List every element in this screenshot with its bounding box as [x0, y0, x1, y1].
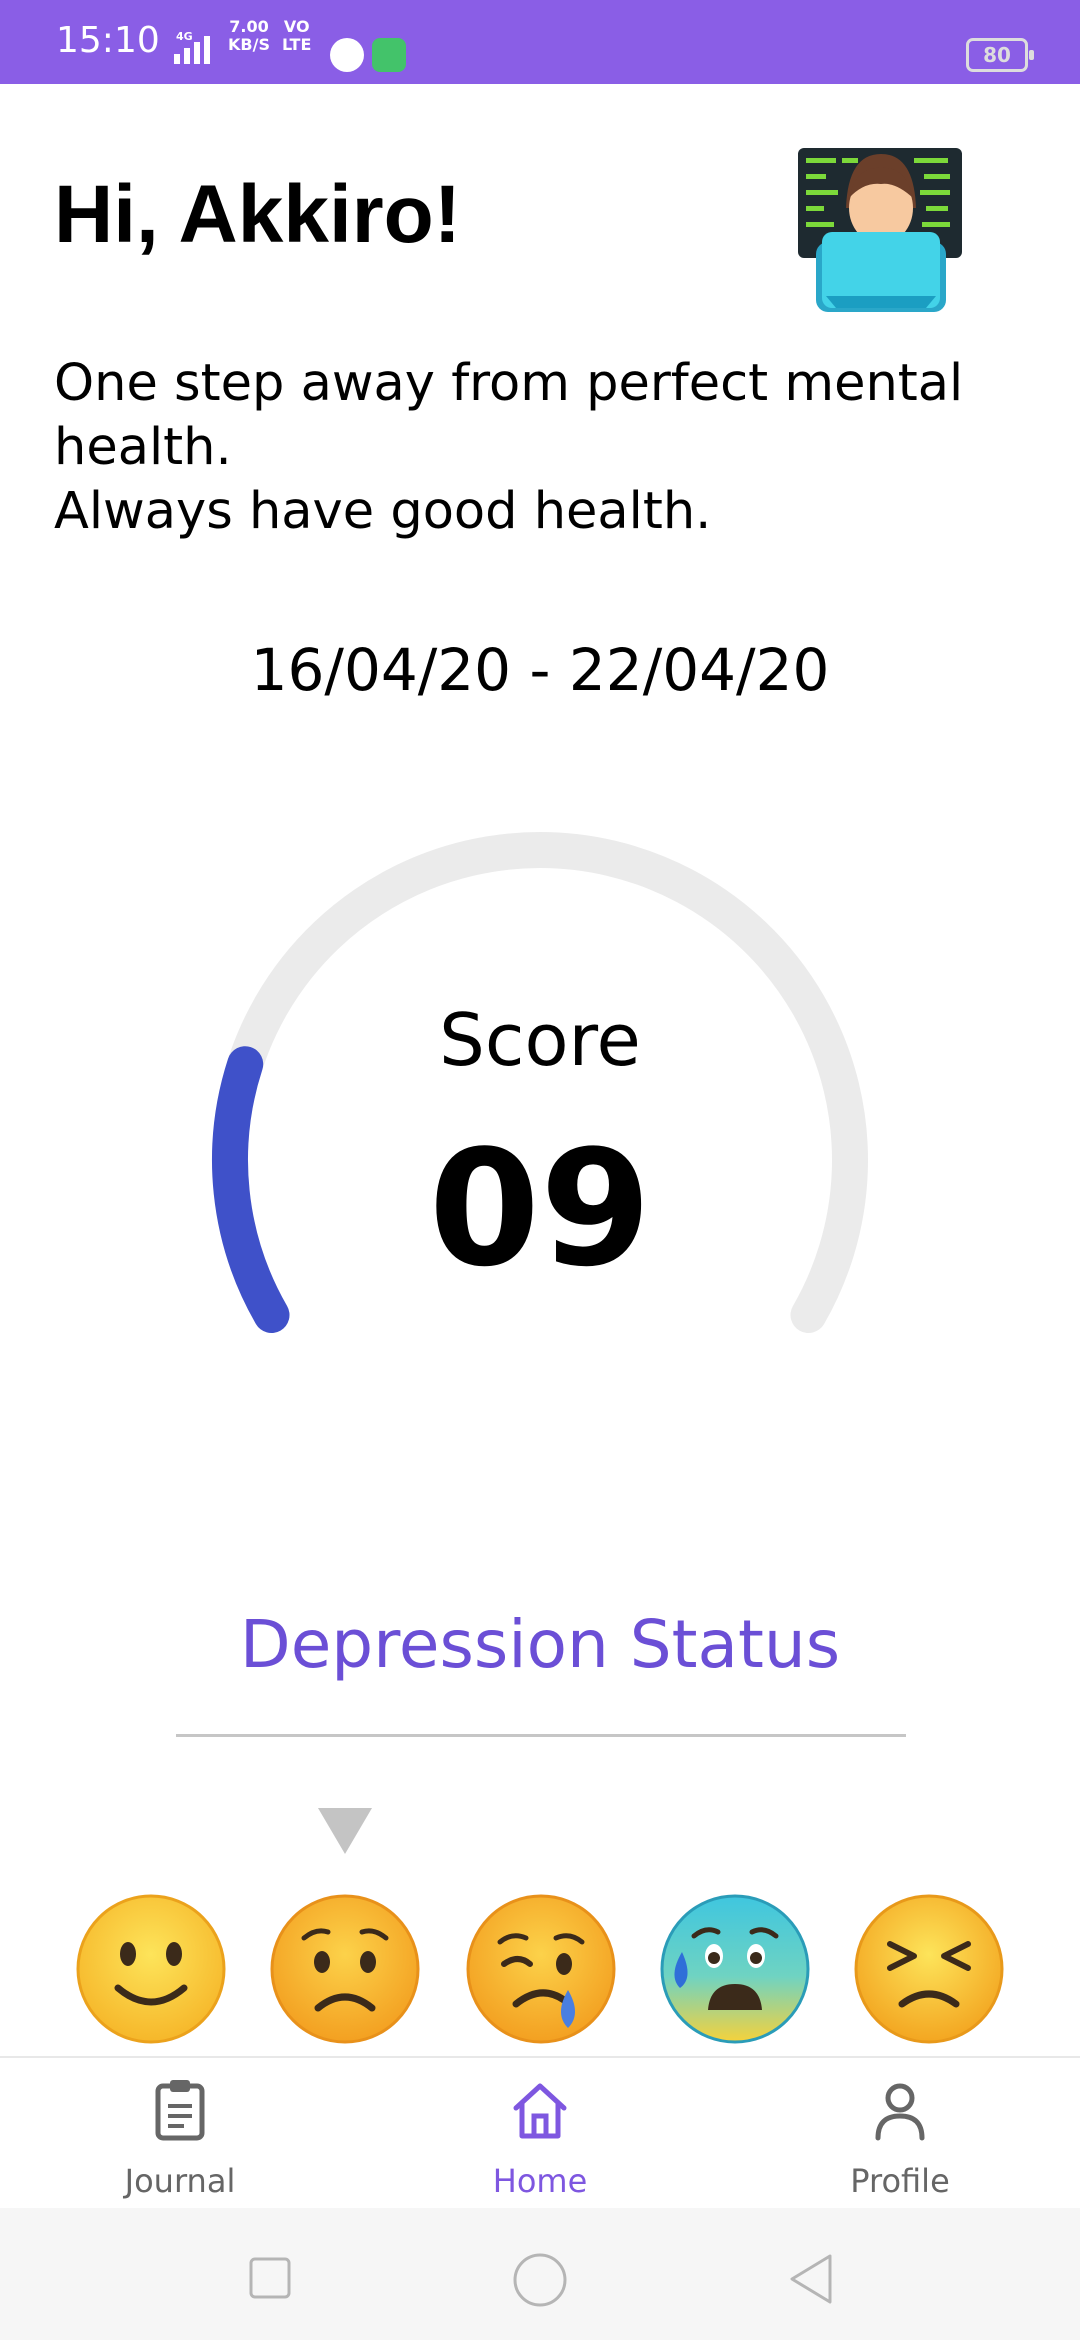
- selected-status-pointer-icon: [318, 1808, 372, 1854]
- home-icon: [513, 2083, 567, 2139]
- person-icon: [875, 2083, 925, 2141]
- system-navigation-bar: [0, 2208, 1080, 2340]
- slightly-smiling-face-emoji-icon[interactable]: [74, 1892, 228, 2046]
- bottom-navigation: Journal Home Profile: [0, 2056, 1080, 2210]
- depression-status-title: Depression Status: [239, 1606, 841, 1683]
- network-speed-unit: KB/S: [228, 35, 270, 54]
- nav-journal-label: Journal: [124, 2162, 236, 2200]
- technologist-emoji-icon: [798, 148, 962, 312]
- greeting-title: Hi, Akkiro!: [54, 169, 462, 260]
- tagline: One step away from perfect mental health…: [54, 352, 974, 544]
- chat-app-icon: [372, 38, 406, 72]
- nav-profile-label: Profile: [850, 2162, 950, 2200]
- nav-home[interactable]: Home: [440, 2058, 640, 2210]
- back-triangle-icon[interactable]: [786, 2252, 834, 2306]
- network-speed: 7.00 KB/S: [228, 18, 270, 54]
- network-speed-value: 7.00: [229, 17, 269, 36]
- home-circle-icon[interactable]: [512, 2252, 568, 2308]
- crying-face-emoji-icon[interactable]: [464, 1892, 618, 2046]
- network-type-label: 4G: [176, 30, 193, 43]
- status-bar: 15:10 4G 7.00 KB/S VO LTE 80: [0, 0, 1080, 84]
- nav-journal[interactable]: Journal: [80, 2058, 280, 2210]
- status-time: 15:10: [56, 20, 160, 61]
- battery-icon: 80: [966, 38, 1034, 72]
- score-label: Score: [439, 998, 641, 1082]
- volte-indicator: VO LTE: [282, 18, 311, 54]
- score-value: 09: [428, 1115, 652, 1302]
- tagline-line-1: One step away from perfect mental: [54, 354, 964, 413]
- worried-face-emoji-icon[interactable]: [268, 1892, 422, 2046]
- anxious-face-with-sweat-emoji-icon[interactable]: [658, 1892, 812, 2046]
- nav-profile[interactable]: Profile: [800, 2058, 1000, 2210]
- volte-top: VO: [283, 17, 310, 36]
- recents-square-icon[interactable]: [248, 2256, 292, 2300]
- clipboard-icon: [155, 2080, 205, 2141]
- status-divider: [176, 1734, 906, 1737]
- tagline-line-3: Always have good health.: [54, 482, 712, 541]
- persevering-face-emoji-icon[interactable]: [852, 1892, 1006, 2046]
- tagline-line-2: health.: [54, 418, 232, 477]
- date-range: 16/04/20 - 22/04/20: [250, 636, 830, 704]
- location-app-icon: [330, 38, 364, 72]
- volte-bottom: LTE: [282, 35, 312, 54]
- depression-level-row: [0, 1892, 1080, 2052]
- signal-icon: 4G: [174, 30, 210, 64]
- nav-home-label: Home: [492, 2162, 588, 2200]
